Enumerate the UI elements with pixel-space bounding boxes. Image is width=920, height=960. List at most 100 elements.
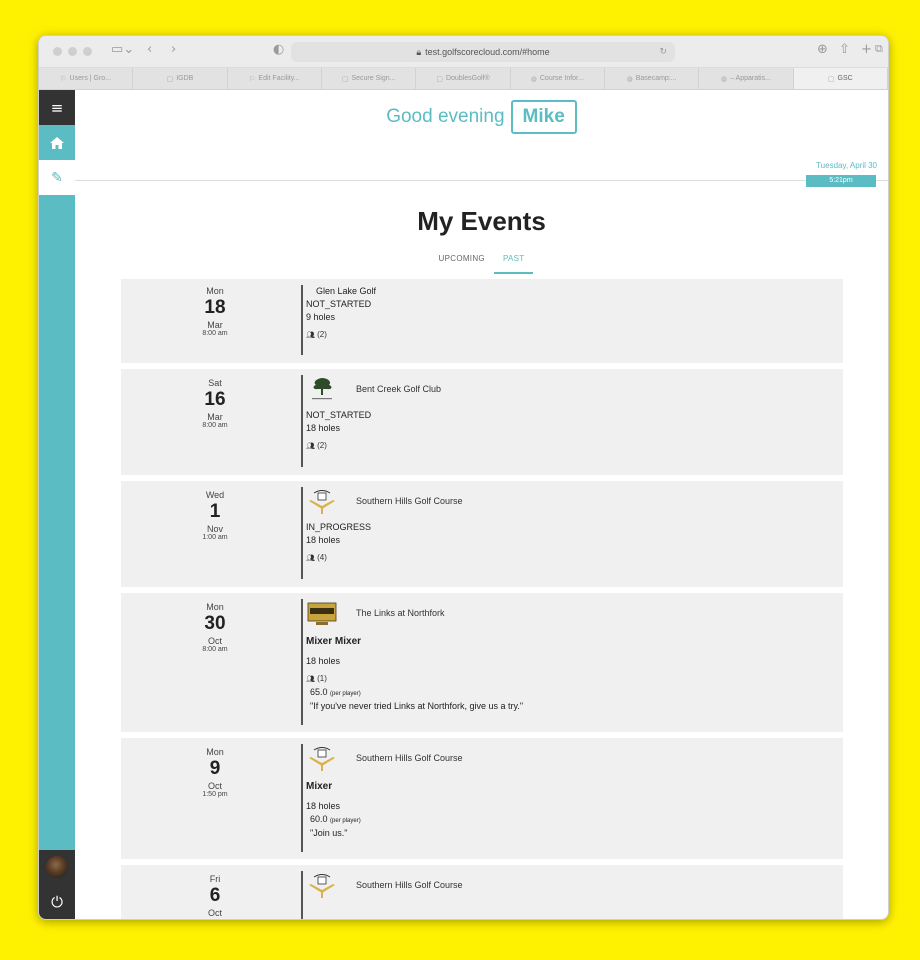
page-icon: ▢	[436, 75, 443, 83]
page-icon: ▢	[341, 75, 349, 83]
new-tab-icon[interactable]: +	[861, 42, 872, 57]
browser-tab-active[interactable]: ▢ GSC	[793, 68, 888, 89]
back-icon[interactable]: ‹	[147, 42, 152, 57]
event-date: Mon 9 Oct 1:50 pm	[202, 747, 228, 798]
event-card[interactable]: Mon 30 Oct 8:00 am The Links at Northfor…	[121, 593, 843, 732]
course-name: Southern Hills Golf Course	[356, 496, 463, 506]
browser-tab[interactable]: ◍ Basecamp:...	[605, 68, 700, 89]
course-logo-icon	[307, 602, 337, 625]
tab-upcoming[interactable]: UPCOMING	[430, 250, 494, 274]
event-info: The Links at Northfork Mixer Mixer 18 ho…	[301, 599, 523, 725]
event-holes: 18 holes	[306, 801, 341, 811]
event-status: IN_PROGRESS	[306, 522, 372, 532]
download-icon[interactable]: ⊕	[817, 42, 828, 57]
minimize-window-button[interactable]	[68, 47, 77, 56]
close-window-button[interactable]	[53, 47, 62, 56]
event-card[interactable]: Mon 9 Oct 1:50 pm Southern Hills Golf Co…	[121, 738, 843, 859]
course-name: The Links at Northfork	[356, 608, 445, 618]
sidebar-toggle-icon[interactable]: ▭⌄	[111, 42, 134, 57]
course-header: Southern Hills Golf Course	[306, 871, 463, 899]
event-holes: 9 holes	[306, 312, 336, 322]
address-bar[interactable]: 🔒︎ test.golfscorecloud.com/#home ↻	[291, 42, 675, 62]
event-date: Mon 18 Mar 8:00 am	[202, 286, 228, 337]
event-holes: 18 holes	[306, 423, 341, 433]
event-info: Glen Lake Golf NOT_STARTED 9 holes 👥︎ (2…	[301, 285, 376, 355]
course-logo-icon	[312, 378, 332, 400]
avatar[interactable]	[46, 856, 68, 878]
menu-icon[interactable]: ≡	[39, 90, 75, 125]
player-count: 👥︎ (2)	[306, 330, 327, 339]
sidebar: ≡ ✎ ⏻	[39, 90, 75, 919]
player-count: 👥︎ (1)	[306, 674, 327, 683]
event-card[interactable]: Fri 6 Oct Southern Hills Golf Course	[121, 865, 843, 919]
event-info: Southern Hills Golf Course Mixer 18 hole…	[301, 744, 463, 852]
event-description: "If you've never tried Links at Northfor…	[310, 701, 524, 711]
course-logo-icon	[309, 874, 335, 898]
event-card[interactable]: Sat 16 Mar 8:00 am Bent Creek Golf Club	[121, 369, 843, 475]
users-icon: 👥︎	[306, 554, 315, 562]
greeting-text: Good evening	[386, 106, 505, 127]
sidebar-bottom: ⏻	[39, 850, 75, 919]
browser-tab[interactable]: ▢ Secure Sign...	[322, 68, 417, 89]
event-info: Southern Hills Golf Course IN_PROGRESS 1…	[301, 487, 463, 579]
current-date: Tuesday, April 30	[816, 161, 877, 170]
course-header: The Links at Northfork	[306, 599, 523, 627]
event-date: Wed 1 Nov 1:00 am	[202, 490, 228, 541]
browser-tab-bar: ⚐ Users | Gro... ▢ IGDB ⚐ Edit Facility... …	[39, 68, 888, 90]
home-icon[interactable]	[39, 125, 75, 160]
tab-past[interactable]: PAST	[493, 250, 534, 274]
course-logo-icon	[309, 490, 335, 514]
edit-icon[interactable]: ✎	[39, 160, 75, 195]
course-logo-icon	[309, 747, 335, 771]
event-price: 60.0 (per player)	[310, 814, 361, 824]
event-date: Fri 6 Oct	[207, 874, 222, 918]
event-description: "Join us."	[310, 828, 348, 838]
share-icon[interactable]: ⇧	[839, 42, 850, 57]
header-divider	[75, 180, 888, 181]
event-info: Bent Creek Golf Club NOT_STARTED 18 hole…	[301, 375, 441, 467]
zoom-window-button[interactable]	[83, 47, 92, 56]
users-icon: 👥︎	[306, 442, 315, 450]
reload-icon[interactable]: ↻	[659, 47, 667, 57]
tab-overview-icon[interactable]: ⧉	[875, 42, 883, 56]
player-count: 👥︎ (4)	[306, 553, 327, 562]
event-holes: 18 holes	[306, 535, 341, 545]
course-name: Southern Hills Golf Course	[356, 880, 463, 890]
browser-tab[interactable]: ▢ IGDB	[133, 68, 228, 89]
globe-icon: ◍	[626, 75, 633, 83]
browser-window: ▭⌄ ‹ › ◐ 🔒︎ test.golfscorecloud.com/#hom…	[38, 35, 889, 920]
player-count: 👥︎ (2)	[306, 441, 327, 450]
event-card[interactable]: Mon 18 Mar 8:00 am Glen Lake Golf NOT_ST…	[121, 279, 843, 363]
shield-icon[interactable]: ◐	[273, 42, 284, 57]
browser-tab[interactable]: ◍ – Apparatis...	[699, 68, 794, 89]
page-icon: ▢	[166, 75, 174, 83]
golf-flag-icon: ⚐	[249, 75, 256, 83]
golf-flag-icon: ⚐	[60, 75, 67, 83]
browser-tab[interactable]: ◍ Course Infor...	[511, 68, 605, 89]
event-holes: 18 holes	[306, 656, 341, 666]
browser-tab[interactable]: ⚐ Users | Gro...	[39, 68, 134, 89]
event-tabs: UPCOMING PAST	[75, 250, 888, 274]
course-name: Southern Hills Golf Course	[356, 753, 463, 763]
user-name-badge[interactable]: Mike	[510, 100, 577, 134]
power-icon[interactable]: ⏻	[39, 893, 75, 911]
window-controls	[53, 47, 92, 56]
event-card[interactable]: Wed 1 Nov 1:00 am Southern Hills Golf Co…	[121, 481, 843, 587]
event-status: NOT_STARTED	[306, 410, 372, 420]
main-content: Good evening Mike Tuesday, April 30 5:21…	[75, 90, 888, 919]
page-title: My Events	[417, 206, 546, 236]
event-date: Sat 16 Mar 8:00 am	[202, 378, 228, 429]
course-header: Southern Hills Golf Course	[306, 744, 463, 772]
globe-icon: ◍	[720, 75, 728, 83]
course-header: Southern Hills Golf Course	[306, 487, 463, 515]
event-list: Mon 18 Mar 8:00 am Glen Lake Golf NOT_ST…	[121, 279, 843, 919]
event-status: NOT_STARTED	[306, 299, 372, 309]
event-info: Southern Hills Golf Course	[301, 871, 463, 919]
lock-icon: 🔒︎	[416, 46, 422, 57]
course-header: Bent Creek Golf Club	[306, 375, 441, 403]
url-text: test.golfscorecloud.com/#home	[425, 47, 550, 57]
event-name: Mixer	[306, 781, 333, 792]
browser-tab[interactable]: ⚐ Edit Facility...	[228, 68, 322, 89]
forward-icon[interactable]: ›	[171, 42, 176, 57]
browser-tab[interactable]: ▢ DoublesGolf®	[416, 68, 511, 89]
